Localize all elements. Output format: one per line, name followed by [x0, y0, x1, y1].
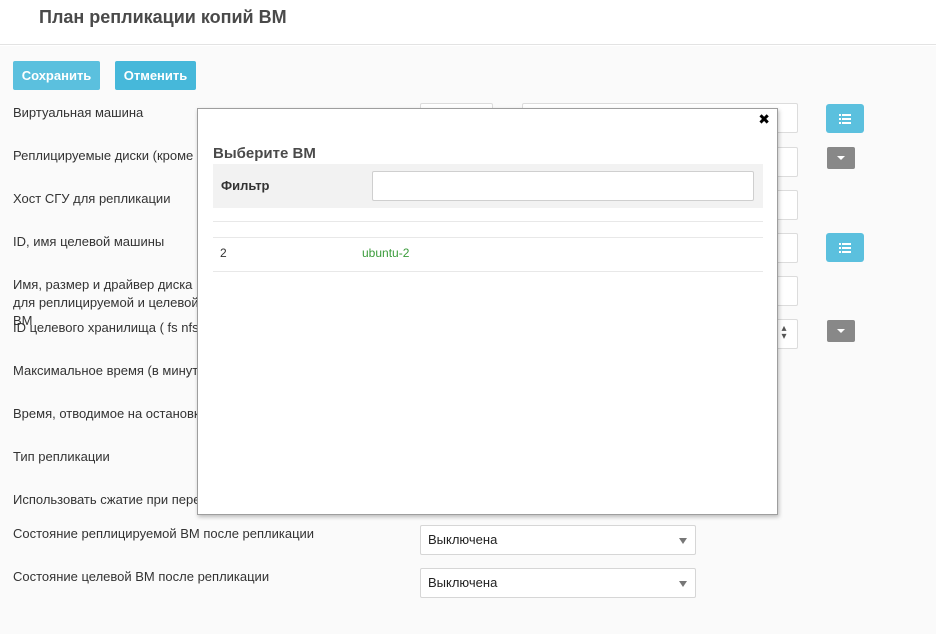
list-divider [213, 221, 763, 222]
vm-list-row[interactable]: 2 ubuntu-2 [213, 237, 763, 271]
vm-name-link[interactable]: ubuntu-2 [362, 246, 409, 260]
filter-label: Фильтр [221, 178, 270, 193]
source-vm-state-value: Выключена [428, 532, 498, 547]
label-stop-time: Время, отводимое на остановку [13, 406, 207, 421]
storage-dropdown-button[interactable] [827, 320, 855, 342]
cancel-button[interactable]: Отменить [115, 61, 196, 90]
caret-down-icon [837, 156, 845, 160]
label-compression: Использовать сжатие при перед [13, 492, 208, 507]
label-replication-type: Тип репликации [13, 449, 110, 464]
target-vm-state-value: Выключена [428, 575, 498, 590]
modal-title: Выберите ВМ [213, 145, 316, 162]
target-vm-state-select[interactable]: Выключена [420, 568, 696, 598]
select-vm-modal: ✖ Выберите ВМ Фильтр 2 ubuntu-2 [197, 108, 778, 515]
close-icon[interactable]: ✖ [758, 111, 770, 128]
chevron-down-icon [679, 581, 687, 587]
vm-id: 2 [220, 246, 227, 260]
disks-dropdown-button[interactable] [827, 147, 855, 169]
filter-input[interactable] [372, 171, 754, 201]
list-button[interactable] [826, 104, 864, 133]
caret-down-icon [837, 329, 845, 333]
label-virtual-machine: Виртуальная машина [13, 105, 144, 120]
save-button[interactable]: Сохранить [13, 61, 100, 90]
spinner-arrows-icon[interactable]: ▴ ▾ [778, 324, 790, 342]
chevron-down-icon [679, 538, 687, 544]
label-source-vm-state: Состояние реплицируемой ВМ после реплика… [13, 526, 315, 541]
label-target-storage-id: ID целевого хранилища ( fs nfs s [13, 320, 209, 335]
target-list-button[interactable] [826, 233, 864, 262]
label-replicated-disks: Реплицируемые диски (кроме C [13, 148, 207, 163]
label-host: Хост СГУ для репликации [13, 191, 171, 206]
filter-bar: Фильтр [213, 164, 763, 208]
label-target-vm-state: Состояние целевой ВМ после репликации [13, 569, 270, 584]
list-divider [213, 271, 763, 272]
source-vm-state-select[interactable]: Выключена [420, 525, 696, 555]
page-title: План репликации копий ВМ [39, 7, 287, 27]
page-header: План репликации копий ВМ [0, 0, 936, 45]
label-max-time: Максимальное время (в минутах [13, 363, 212, 378]
list-icon [839, 242, 851, 253]
list-icon [839, 113, 851, 124]
label-target-id: ID, имя целевой машины [13, 234, 165, 249]
